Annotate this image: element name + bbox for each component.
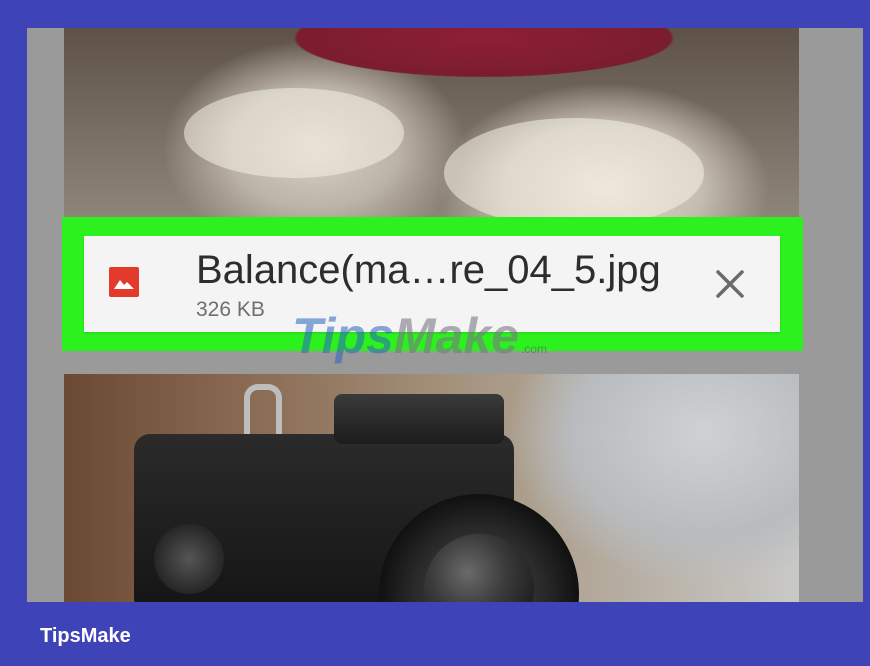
watermark-tld: .com — [520, 342, 547, 356]
watermark: TipsMake .com — [292, 306, 547, 366]
camera-knob — [154, 524, 224, 594]
cupcake-photo-thumbnail[interactable] — [64, 28, 799, 218]
frosting-highlight — [444, 118, 704, 218]
camera-viewfinder — [334, 394, 504, 444]
watermark-part1: Tips — [292, 308, 394, 364]
camera-photo-thumbnail[interactable] — [64, 374, 799, 602]
image-frame: Balance(ma…re_04_5.jpg 326 KB TipsMake .c… — [0, 0, 870, 666]
watermark-part2: Make — [393, 308, 519, 364]
image-file-icon — [109, 267, 139, 297]
file-size: 326 KB — [196, 298, 265, 321]
close-icon[interactable] — [710, 264, 750, 304]
footer-brand: TipsMake — [40, 625, 131, 647]
file-name: Balance(ma…re_04_5.jpg — [196, 248, 661, 292]
frosting-highlight — [184, 88, 404, 178]
